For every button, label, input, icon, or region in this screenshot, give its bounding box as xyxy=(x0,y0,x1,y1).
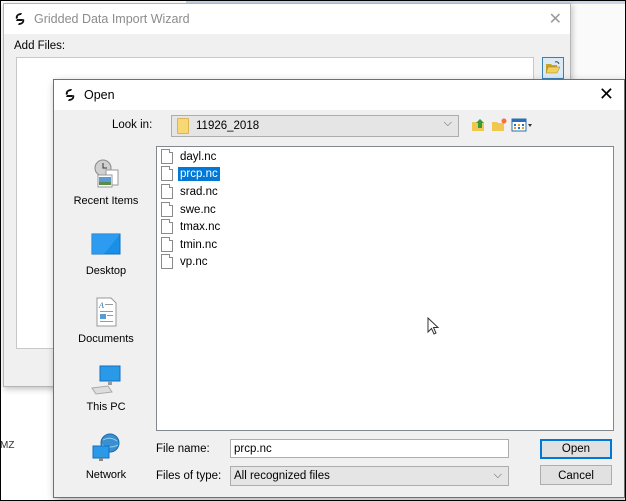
files-of-type-value: All recognized files xyxy=(234,470,330,482)
app-logo-icon xyxy=(65,89,75,101)
up-one-level-button[interactable] xyxy=(470,116,488,134)
file-name-label: File name: xyxy=(156,443,210,455)
file-name: vp.nc xyxy=(180,255,208,268)
background-window-edge xyxy=(572,4,626,84)
place-label: Network xyxy=(85,469,127,481)
file-icon xyxy=(161,149,173,164)
dialog-close-button[interactable]: ✕ xyxy=(599,84,614,105)
file-name: dayl.nc xyxy=(180,150,217,163)
place-label: This PC xyxy=(86,401,126,413)
wizard-title: Gridded Data Import Wizard xyxy=(34,12,190,26)
file-item-vp[interactable]: vp.nc xyxy=(161,253,210,270)
svg-text:A: A xyxy=(98,301,104,310)
file-item-tmax[interactable]: tmax.nc xyxy=(161,218,222,235)
file-name: prcp.nc xyxy=(178,166,220,181)
this-pc-icon xyxy=(91,365,121,395)
places-sidebar: Recent Items Desktop A Documents This PC… xyxy=(60,146,152,492)
file-item-srad[interactable]: srad.nc xyxy=(161,183,220,200)
network-icon xyxy=(92,433,120,461)
file-icon xyxy=(161,237,173,252)
file-item-tmin[interactable]: tmin.nc xyxy=(161,236,219,253)
look-in-dropdown[interactable]: 11926_2018 ⌵ xyxy=(171,115,459,137)
file-item-dayl[interactable]: dayl.nc xyxy=(161,148,218,165)
file-name-input[interactable] xyxy=(230,439,509,458)
file-item-prcp[interactable]: prcp.nc xyxy=(161,165,220,182)
place-label: Documents xyxy=(78,333,134,345)
look-in-value: 11926_2018 xyxy=(196,120,260,132)
files-of-type-label: Files of type: xyxy=(156,470,222,482)
dialog-title: Open xyxy=(84,88,115,102)
folder-icon xyxy=(177,118,189,134)
file-name: tmax.nc xyxy=(180,220,221,233)
dialog-titlebar: Open ✕ xyxy=(54,80,624,110)
file-icon xyxy=(161,184,173,199)
cancel-button[interactable]: Cancel xyxy=(540,465,612,485)
documents-icon: A xyxy=(96,297,117,327)
files-of-type-dropdown[interactable]: All recognized files ⌵ xyxy=(230,466,509,486)
file-icon xyxy=(161,202,173,217)
open-button[interactable]: Open xyxy=(540,439,612,459)
recent-items-icon xyxy=(94,159,119,188)
open-file-dialog: Open ✕ Look in: 11926_2018 ⌵ Recent Item… xyxy=(53,79,625,498)
wizard-titlebar: Gridded Data Import Wizard ✕ xyxy=(4,4,570,34)
chevron-down-icon: ⌵ xyxy=(493,469,502,481)
mouse-cursor-icon xyxy=(427,317,440,335)
desktop-icon xyxy=(91,233,121,255)
new-folder-icon xyxy=(492,118,507,131)
app-logo-icon xyxy=(15,13,25,25)
place-label: Recent Items xyxy=(73,195,139,207)
file-icon xyxy=(161,219,173,234)
add-files-label: Add Files: xyxy=(14,40,66,52)
file-name: swe.nc xyxy=(180,203,216,216)
view-menu-button[interactable] xyxy=(510,116,534,134)
file-list[interactable]: dayl.nc prcp.nc srad.nc swe.nc tmax.nc t… xyxy=(156,146,614,431)
place-recent-items[interactable]: Recent Items xyxy=(60,158,152,207)
place-this-pc[interactable]: This PC xyxy=(60,364,152,413)
place-label: Desktop xyxy=(85,265,127,277)
file-name: srad.nc xyxy=(180,185,218,198)
open-folder-icon xyxy=(545,61,561,74)
background-text-fragment: MZ xyxy=(0,440,15,451)
view-menu-icon xyxy=(511,118,532,132)
up-folder-icon xyxy=(472,119,484,131)
chevron-down-icon: ⌵ xyxy=(443,117,452,129)
create-new-folder-button[interactable] xyxy=(490,116,508,134)
place-desktop[interactable]: Desktop xyxy=(60,228,152,277)
file-name: tmin.nc xyxy=(180,238,218,251)
file-icon xyxy=(161,166,173,181)
place-documents[interactable]: A Documents xyxy=(60,296,152,345)
place-network[interactable]: Network xyxy=(60,432,152,481)
file-icon xyxy=(161,254,173,269)
file-item-swe[interactable]: swe.nc xyxy=(161,201,218,218)
browse-files-button[interactable] xyxy=(542,57,564,79)
wizard-close-button[interactable]: ✕ xyxy=(549,9,562,29)
look-in-label: Look in: xyxy=(112,119,153,131)
